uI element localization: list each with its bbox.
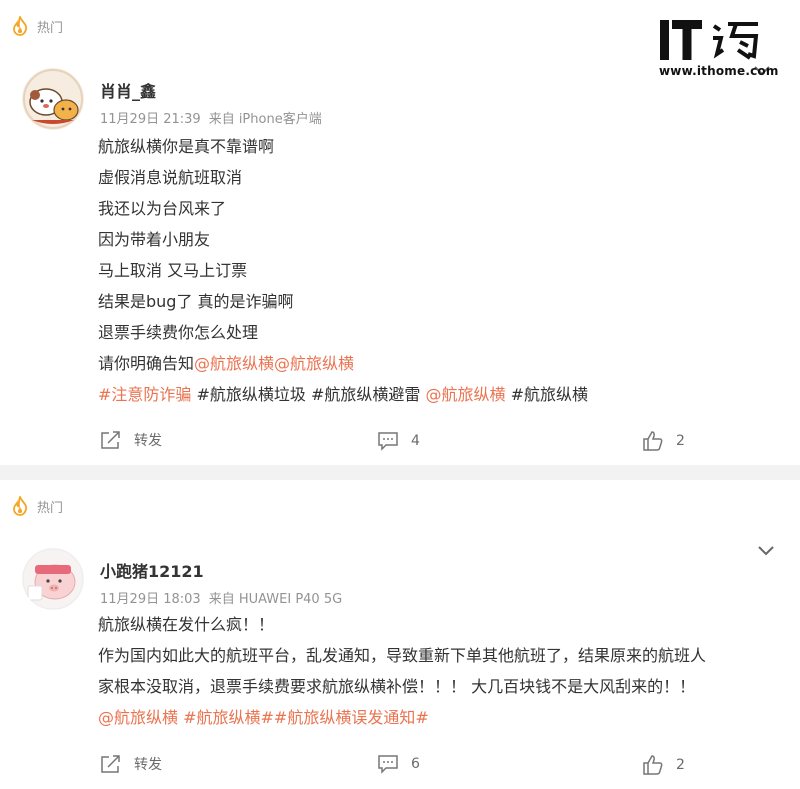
hot-badge: 热门 [10,16,63,36]
hashtag-link[interactable]: #注意防诈骗 [98,385,191,404]
post-line: 航旅纵横你是真不靠谱啊 [98,137,275,156]
post-meta: 11月29日 21:39 来自 iPhone客户端 [100,108,322,127]
post-tags: @航旅纵横 #航旅纵横##航旅纵横误发通知# [98,702,780,733]
comment-button[interactable]: 6 [377,754,420,774]
share-icon [101,431,120,449]
like-button[interactable]: 2 [642,431,685,451]
post-line: 我还以为台风来了 [98,199,227,218]
repost-button[interactable]: 转发 [100,430,162,450]
flame-icon [13,496,28,516]
post-text: 请你明确告知 [98,354,195,373]
comment-icon [378,755,398,774]
post-line: 航旅纵横在发什么疯！！ [98,615,275,634]
hot-badge-label: 热门 [37,20,64,36]
post-line: 请你明确告知@航旅纵横@航旅纵横 [98,348,588,379]
post-date[interactable]: 11月29日 21:39 [100,112,201,127]
mention-link[interactable]: @航旅纵横 [98,708,178,727]
post-line: 家根本没取消，退票手续费要求航旅纵横补偿！！！ 大几百块钱不是大风刮来的！！ [98,677,696,696]
comment-count: 6 [411,756,420,772]
post-meta: 11月29日 18:03 来自 HUAWEI P40 5G [100,588,342,607]
mention-link[interactable]: @航旅纵横 [274,354,354,373]
post-line: 结果是bug了 真的是诈骗啊 [98,292,294,311]
repost-button[interactable]: 转发 [100,754,162,774]
hashtag-text[interactable]: #航旅纵横垃圾 #航旅纵横避雷 [191,385,425,404]
post-line: 作为国内如此大的航班平台，乱发通知，导致重新下单其他航班了，结果原来的航班人 [98,646,707,665]
comment-button[interactable]: 4 [377,431,420,451]
post-body: 航旅纵横你是真不靠谱啊 虚假消息说航班取消 我还以为台风来了 因为带着小朋友 马… [98,131,588,410]
post-line: 虚假消息说航班取消 [98,168,243,187]
username[interactable]: 肖肖_鑫 [100,78,156,102]
hot-badge-label: 热门 [37,500,64,516]
repost-label: 转发 [134,757,162,773]
comment-icon [378,432,398,451]
username[interactable]: 小跑猪12121 [100,558,204,582]
post-line: 因为带着小朋友 [98,230,211,249]
hot-badge: 热门 [10,496,63,516]
post-line: 马上取消 又马上订票 [98,261,248,280]
share-icon [101,755,120,773]
post-source: 来自 iPhone客户端 [208,112,322,127]
like-button[interactable]: 2 [642,755,685,775]
thumbs-up-icon [643,431,663,451]
hashtag-text[interactable]: #航旅纵横 [506,385,588,404]
like-count: 2 [676,757,685,773]
repost-label: 转发 [134,433,162,449]
flame-icon [13,16,28,36]
thumbs-up-icon [643,755,663,775]
post-body: 航旅纵横在发什么疯！！ 作为国内如此大的航班平台，乱发通知，导致重新下单其他航班… [98,609,780,733]
ithome-url: www.ithome.com [659,64,779,78]
post-source: 来自 HUAWEI P40 5G [208,592,343,607]
mention-link[interactable]: @航旅纵横 [194,354,274,373]
post-tags: #注意防诈骗 #航旅纵横垃圾 #航旅纵横避雷 @航旅纵横 #航旅纵横 [98,379,588,410]
mention-link[interactable]: @航旅纵横 [426,385,506,404]
comment-count: 4 [411,433,420,449]
chevron-down-icon[interactable] [756,544,776,558]
post-date[interactable]: 11月29日 18:03 [100,592,201,607]
avatar[interactable] [22,68,84,130]
like-count: 2 [676,433,685,449]
post-line: 退票手续费你怎么处理 [98,323,259,342]
hashtag-link[interactable]: #航旅纵横##航旅纵横误发通知# [183,708,429,727]
avatar[interactable] [22,548,84,610]
